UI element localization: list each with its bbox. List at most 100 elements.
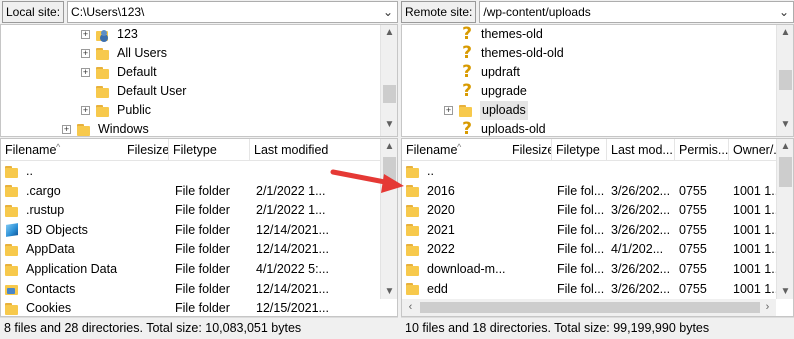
scroll-up-icon[interactable]: ▲: [777, 27, 793, 38]
table-row[interactable]: edd File fol... 3/26/202... 0755 1001 1...: [402, 280, 777, 300]
last-modified-cell: 3/26/202...: [611, 281, 671, 296]
tree-item-themes-old-old[interactable]: ? themes-old-old: [460, 44, 564, 63]
table-row[interactable]: 2021 File fol... 3/26/202... 0755 1001 1...: [402, 221, 777, 241]
filename-cell[interactable]: ..: [406, 162, 554, 181]
scroll-down-icon[interactable]: ▼: [381, 286, 397, 297]
filename-text: Contacts: [26, 281, 76, 296]
column-last-modified[interactable]: Last mod...: [607, 139, 675, 161]
scroll-up-icon[interactable]: ▲: [381, 141, 397, 152]
chevron-down-icon[interactable]: ⌄: [379, 5, 397, 19]
column-filesize[interactable]: Filesize: [105, 139, 169, 161]
scrollbar-thumb[interactable]: [383, 157, 396, 182]
filename-cell[interactable]: edd: [406, 280, 554, 299]
tree-item-uploads[interactable]: + uploads: [444, 101, 528, 120]
local-path-combobox[interactable]: C:\Users\123\ ⌄: [67, 1, 398, 23]
chevron-down-icon[interactable]: ⌄: [775, 5, 793, 19]
expand-icon[interactable]: +: [81, 30, 90, 39]
last-modified-cell: 3/26/202...: [611, 183, 671, 198]
remote-path-combobox[interactable]: /wp-content/uploads ⌄: [479, 1, 794, 23]
remote-list-hscrollbar[interactable]: ‹ ›: [402, 299, 776, 316]
filename-cell[interactable]: Cookies: [5, 299, 165, 316]
table-row[interactable]: 2022 File fol... 4/1/202... 0755 1001 1...: [402, 240, 777, 260]
table-row[interactable]: Application Data File folder 4/1/2022 5:..…: [1, 260, 381, 280]
filename-cell[interactable]: 2021: [406, 221, 554, 240]
filename-cell[interactable]: .cargo: [5, 182, 165, 201]
filename-cell[interactable]: Contacts: [5, 280, 165, 299]
tree-item-default-user[interactable]: Default User: [96, 82, 186, 101]
filename-text: .cargo: [26, 183, 61, 198]
tree-item-updraft[interactable]: ? updraft: [460, 63, 520, 82]
table-row[interactable]: .rustup File folder 2/1/2022 1...: [1, 201, 381, 221]
filetype-cell: File fol...: [557, 281, 605, 296]
owner-cell: 1001 1...: [733, 222, 777, 237]
tree-item-default[interactable]: + Default: [81, 63, 157, 82]
filename-cell[interactable]: 2020: [406, 201, 554, 220]
filetype-cell: [175, 162, 250, 181]
column-owner[interactable]: Owner/...: [729, 139, 778, 161]
local-path-value[interactable]: C:\Users\123\: [71, 5, 379, 19]
table-row[interactable]: 3D Objects File folder 12/14/2021...: [1, 221, 381, 241]
local-tree-scrollbar[interactable]: ▲ ▼: [380, 25, 397, 136]
scroll-right-icon[interactable]: ›: [759, 299, 776, 316]
expand-icon[interactable]: +: [81, 68, 90, 77]
tree-item-themes-old[interactable]: ? themes-old: [460, 25, 543, 44]
column-filetype[interactable]: Filetype: [169, 139, 250, 161]
tree-item-uploads-old[interactable]: ? uploads-old: [460, 120, 546, 137]
column-last-modified[interactable]: Last modified: [250, 139, 382, 161]
scroll-up-icon[interactable]: ▲: [777, 141, 793, 152]
last-modified-cell: 3/26/202...: [611, 262, 671, 276]
filename-cell[interactable]: ..: [5, 162, 165, 181]
scroll-down-icon[interactable]: ▼: [777, 286, 793, 297]
table-row[interactable]: 2016 File fol... 3/26/202... 0755 1001 1...: [402, 182, 777, 202]
expand-icon[interactable]: +: [81, 49, 90, 58]
table-row[interactable]: .cargo File folder 2/1/2022 1...: [1, 182, 381, 202]
scroll-left-icon[interactable]: ‹: [402, 299, 419, 316]
expand-icon[interactable]: +: [62, 125, 71, 134]
filename-cell[interactable]: 3D Objects: [5, 221, 165, 240]
column-label: Last modified: [254, 143, 329, 157]
tree-item-upgrade[interactable]: ? upgrade: [460, 82, 527, 101]
tree-item-label: Windows: [98, 122, 149, 136]
scroll-down-icon[interactable]: ▼: [777, 119, 793, 130]
column-filesize[interactable]: Filesize: [488, 139, 552, 161]
scrollbar-thumb[interactable]: [383, 85, 396, 103]
filename-cell[interactable]: Application Data: [5, 260, 165, 279]
tree-item-123[interactable]: + 123: [81, 25, 138, 44]
scrollbar-thumb[interactable]: [779, 70, 792, 90]
scroll-up-icon[interactable]: ▲: [381, 27, 397, 38]
table-row[interactable]: 2020 File fol... 3/26/202... 0755 1001 1...: [402, 201, 777, 221]
filename-cell[interactable]: AppData: [5, 240, 165, 259]
expand-icon[interactable]: +: [81, 106, 90, 115]
tree-item-label: updraft: [481, 65, 520, 79]
table-row[interactable]: ..: [402, 162, 777, 182]
last-modified-cell: 3/26/202...: [611, 222, 671, 237]
scroll-down-icon[interactable]: ▼: [381, 119, 397, 130]
column-filetype[interactable]: Filetype: [552, 139, 607, 161]
filetype-cell: File fol...: [557, 262, 605, 276]
filename-text: 2020: [427, 203, 455, 218]
table-row[interactable]: Contacts File folder 12/14/2021...: [1, 280, 381, 300]
table-row[interactable]: download-m... File fol... 3/26/202... 0755 1…: [402, 260, 777, 280]
remote-path-value[interactable]: /wp-content/uploads: [483, 5, 775, 19]
owner-cell: 1001 1...: [733, 203, 777, 218]
filename-cell[interactable]: 2022: [406, 240, 554, 259]
tree-item-windows[interactable]: + Windows: [62, 120, 149, 136]
filename-cell[interactable]: 2016: [406, 182, 554, 201]
remote-list-scrollbar[interactable]: ▲ ▼: [776, 139, 793, 299]
table-row[interactable]: ..: [1, 162, 381, 182]
sort-ascending-icon: ^: [457, 142, 462, 152]
remote-tree-scrollbar[interactable]: ▲ ▼: [776, 25, 793, 136]
local-list-scrollbar[interactable]: ▲ ▼: [380, 139, 397, 299]
tree-item-public[interactable]: + Public: [81, 101, 151, 120]
column-label: Filetype: [556, 143, 600, 157]
scrollbar-thumb[interactable]: [420, 302, 760, 313]
column-permissions[interactable]: Permis...: [675, 139, 729, 161]
table-row[interactable]: Cookies File folder 12/15/2021...: [1, 299, 381, 316]
filename-cell[interactable]: download-m...: [406, 260, 554, 279]
last-modified-cell: 12/14/2021...: [256, 222, 329, 237]
tree-item-all-users[interactable]: + All Users: [81, 44, 167, 63]
table-row[interactable]: AppData File folder 12/14/2021...: [1, 240, 381, 260]
expand-icon[interactable]: +: [444, 106, 453, 115]
scrollbar-thumb[interactable]: [779, 157, 792, 187]
filename-cell[interactable]: .rustup: [5, 201, 165, 220]
